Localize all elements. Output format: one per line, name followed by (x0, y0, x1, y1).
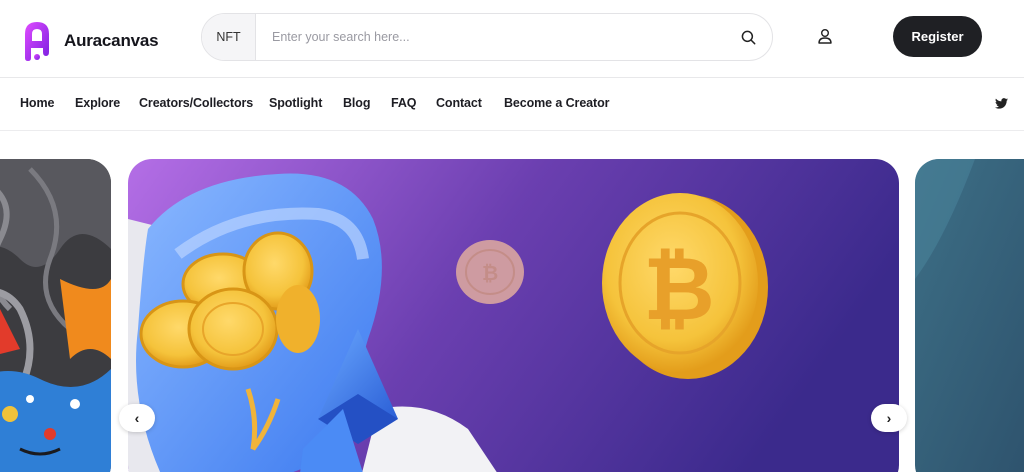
carousel-prev-button[interactable]: ‹ (119, 404, 155, 432)
main-nav: Home Explore Creators/Collectors Spotlig… (0, 78, 1024, 131)
brand-name: Auracanvas (64, 31, 159, 50)
page: Auracanvas NFT Register Home Explore Cre… (0, 0, 1024, 472)
nav-item-spotlight[interactable]: Spotlight (269, 96, 322, 110)
nav-item-home[interactable]: Home (20, 96, 54, 110)
logo-icon (25, 22, 49, 61)
search-input[interactable] (256, 14, 724, 60)
svg-text:₿: ₿ (482, 263, 498, 285)
nav-item-faq[interactable]: FAQ (391, 96, 417, 110)
carousel-next-button[interactable]: › (871, 404, 907, 432)
carousel-slide-previous[interactable] (0, 159, 111, 472)
twitter-icon[interactable] (995, 98, 1008, 109)
search-category[interactable]: NFT (202, 14, 256, 60)
header: Auracanvas NFT Register (0, 0, 1024, 78)
logo[interactable]: Auracanvas (22, 20, 159, 62)
carousel-slide-active[interactable]: ₿ ₿ (128, 159, 899, 472)
search-bar: NFT (201, 13, 773, 61)
user-button[interactable] (813, 24, 837, 48)
carousel-slide-next[interactable] (915, 159, 1024, 472)
nav-item-become-a-creator[interactable]: Become a Creator (504, 96, 609, 110)
slide-artwork-crypto: ₿ ₿ (128, 159, 899, 472)
search-button[interactable] (724, 14, 772, 60)
nav-item-blog[interactable]: Blog (343, 96, 370, 110)
search-icon (741, 30, 755, 44)
svg-text:₿: ₿ (643, 239, 715, 338)
hero-carousel: ₿ ₿ ‹ › (0, 159, 1024, 472)
nav-item-contact[interactable]: Contact (436, 96, 482, 110)
slide-artwork-portrait (0, 159, 111, 472)
nav-item-creators-collectors[interactable]: Creators/Collectors (139, 96, 253, 110)
user-icon (818, 29, 832, 44)
nav-item-explore[interactable]: Explore (75, 96, 120, 110)
register-button[interactable]: Register (893, 16, 982, 57)
slide-artwork-teal (915, 159, 1024, 472)
